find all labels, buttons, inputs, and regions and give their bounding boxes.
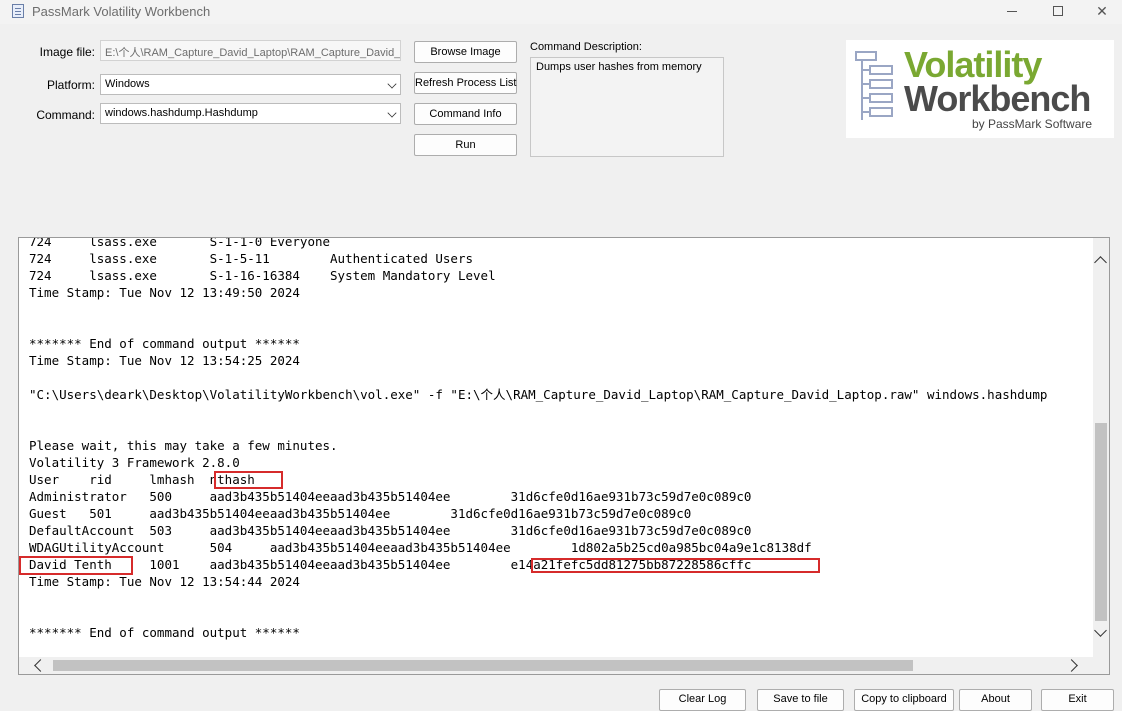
about-button[interactable]: About: [959, 689, 1032, 711]
command-select[interactable]: windows.hashdump.Hashdump: [100, 103, 401, 124]
copy-to-clipboard-button[interactable]: Copy to clipboard: [854, 689, 954, 711]
platform-label: Platform:: [46, 78, 95, 92]
output-line: Time Stamp: Tue Nov 12 13:54:44 2024: [29, 574, 300, 589]
clear-log-button[interactable]: Clear Log: [659, 689, 746, 711]
output-line: ******* End of command output ******: [29, 625, 300, 640]
output-line: 724 lsass.exe S-1-1-0 Everyone: [29, 237, 331, 249]
output-line: 724 lsass.exe S-1-16-16384 System Mandat…: [29, 268, 496, 283]
logo-byline: by PassMark Software: [972, 117, 1093, 131]
image-file-label: Image file:: [39, 45, 95, 59]
scroll-up-icon[interactable]: [1094, 256, 1107, 269]
username-highlight-box: [19, 556, 133, 575]
output-line: 724 lsass.exe S-1-5-11 Authenticated Use…: [29, 251, 474, 266]
image-file-field[interactable]: E:\个人\RAM_Capture_David_Laptop\RAM_Captu…: [100, 40, 401, 61]
close-button[interactable]: ✕: [1080, 0, 1122, 22]
output-line: DefaultAccount 503 aad3b435b51404eeaad3b…: [29, 523, 752, 538]
command-description-label: Command Description:: [530, 41, 642, 53]
nthash-highlight-box: [214, 471, 283, 489]
scroll-left-icon[interactable]: [34, 659, 47, 672]
maximize-button[interactable]: [1036, 0, 1080, 22]
vertical-scroll-thumb[interactable]: [1095, 423, 1107, 621]
logo-text-workbench: Workbench: [904, 78, 1091, 119]
output-line: Volatility 3 Framework 2.8.0: [29, 455, 240, 470]
output-line: User rid lmhash nthash: [29, 472, 255, 487]
output-line: Please wait, this may take a few minutes…: [29, 438, 338, 453]
app-icon: [12, 4, 24, 18]
run-button[interactable]: Run: [414, 134, 517, 156]
hash-highlight-box: [531, 558, 820, 573]
output-line: ******* End of command output ******: [29, 336, 300, 351]
scroll-right-icon[interactable]: [1065, 659, 1078, 672]
volatility-workbench-logo: Volatility Workbench by PassMark Softwar…: [846, 40, 1114, 138]
chevron-down-icon: [387, 79, 397, 89]
browse-image-button[interactable]: Browse Image: [414, 41, 517, 63]
output-text: 724 lsass.exe S-1-1-0 Everyone 724 lsass…: [29, 237, 1095, 641]
command-description-box: Dumps user hashes from memory: [530, 57, 724, 157]
output-line: Guest 501 aad3b435b51404eeaad3b435b51404…: [29, 506, 692, 521]
close-icon: ✕: [1096, 2, 1108, 19]
output-line: Administrator 500 aad3b435b51404eeaad3b4…: [29, 489, 752, 504]
maximize-icon: [1053, 6, 1063, 16]
output-line: Time Stamp: Tue Nov 12 13:49:50 2024: [29, 285, 300, 300]
command-value: windows.hashdump.Hashdump: [105, 107, 258, 119]
exit-button[interactable]: Exit: [1041, 689, 1114, 711]
minimize-icon: [1007, 10, 1017, 12]
platform-value: Windows: [105, 78, 150, 90]
minimize-button[interactable]: [990, 0, 1034, 22]
command-output-panel[interactable]: 724 lsass.exe S-1-1-0 Everyone 724 lsass…: [18, 237, 1110, 675]
save-to-file-button[interactable]: Save to file: [757, 689, 844, 711]
vertical-scrollbar[interactable]: [1093, 238, 1109, 658]
title-bar: PassMark Volatility Workbench ✕: [0, 0, 1122, 24]
horizontal-scroll-thumb[interactable]: [53, 660, 913, 671]
command-info-button[interactable]: Command Info: [414, 103, 517, 125]
output-line: "C:\Users\deark\Desktop\VolatilityWorkbe…: [29, 387, 1048, 402]
window-title: PassMark Volatility Workbench: [32, 4, 211, 19]
output-line: Time Stamp: Tue Nov 12 13:54:25 2024: [29, 353, 300, 368]
chevron-down-icon: [387, 108, 397, 118]
scroll-down-icon[interactable]: [1094, 624, 1107, 637]
tree-icon: [855, 51, 893, 120]
horizontal-scrollbar[interactable]: [19, 657, 1109, 674]
command-label: Command:: [36, 108, 95, 122]
platform-select[interactable]: Windows: [100, 74, 401, 95]
output-line: WDAGUtilityAccount 504 aad3b435b51404eea…: [29, 540, 812, 555]
refresh-process-list-button[interactable]: Refresh Process List: [414, 72, 517, 94]
